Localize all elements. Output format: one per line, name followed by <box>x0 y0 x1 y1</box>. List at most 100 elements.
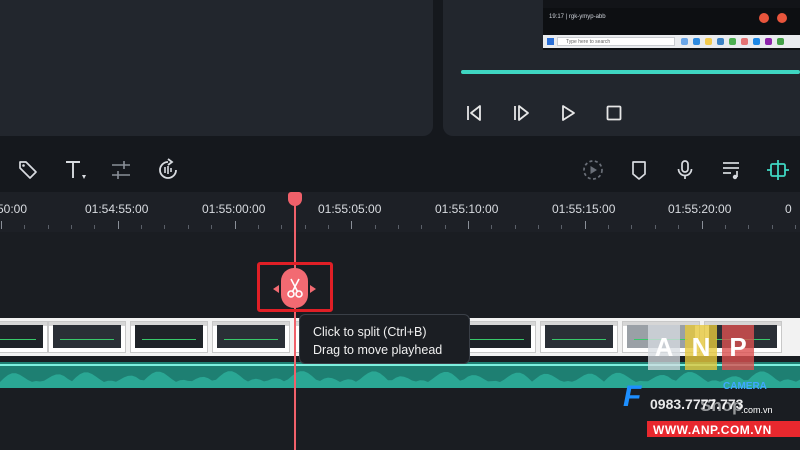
watermark-letter: N <box>685 325 717 370</box>
music-list-icon <box>723 162 739 180</box>
preview-screen: 19:17 | rgk-ymyp-abb Type here to search <box>543 0 800 50</box>
ruler-tick <box>421 225 423 229</box>
taskbar-app3-icon <box>753 38 760 45</box>
ruler-tick <box>701 221 703 229</box>
ruler-tick <box>771 225 773 229</box>
adjust-icon <box>112 161 130 179</box>
stop-icon <box>606 105 622 121</box>
ruler-tick <box>164 225 166 229</box>
ruler-tick <box>397 225 399 229</box>
ruler-tick <box>678 225 680 229</box>
playhead-handle[interactable] <box>288 192 302 206</box>
taskbar-folder-icon <box>705 38 712 45</box>
ruler-tick <box>794 225 796 229</box>
thumbnail-graph <box>141 338 197 340</box>
ruler-label: 50:00 <box>0 202 28 216</box>
ruler-tick <box>24 225 26 229</box>
video-thumbnail <box>0 321 48 353</box>
next-frame-button[interactable] <box>508 100 534 126</box>
microphone-icon <box>677 160 693 179</box>
video-thumbnail <box>212 321 290 353</box>
ruler-tick <box>304 225 306 229</box>
marker-button[interactable] <box>627 158 651 182</box>
playhead-line[interactable] <box>294 192 296 450</box>
ruler-label: 01:55:20:00 <box>668 202 732 216</box>
audio-list-button[interactable] <box>720 158 744 182</box>
thumbnail-graph <box>551 338 607 340</box>
watermark-shop-domain: .com.vn <box>741 405 773 415</box>
watermark-shop: Shop <box>700 396 743 415</box>
ruler-tick <box>654 225 656 229</box>
playback-progress-fill <box>461 70 800 74</box>
split-button[interactable] <box>281 268 308 308</box>
voiceover-button[interactable] <box>673 158 697 182</box>
ruler-tick <box>327 225 329 229</box>
media-panel <box>0 0 433 136</box>
thumbnail-frame <box>217 325 285 348</box>
marker-icon <box>632 161 646 180</box>
ruler-tick <box>47 225 49 229</box>
ruler-tick <box>234 221 236 229</box>
ruler-label: 01:55:15:00 <box>552 202 616 216</box>
thumbnail-graph <box>469 338 525 340</box>
render-preview-button[interactable] <box>581 158 605 182</box>
ruler-tick <box>1 221 2 229</box>
tag-button[interactable] <box>16 158 40 182</box>
preview-search-box: Type here to search <box>557 37 675 46</box>
watermark-letter: A <box>648 325 680 370</box>
ruler-label: 01:54:55:00 <box>85 202 149 216</box>
ruler-tick <box>94 225 96 229</box>
prev-frame-icon <box>467 105 481 121</box>
text-button[interactable] <box>63 158 87 182</box>
split-tooltip: Click to split (Ctrl+B) Drag to move pla… <box>299 314 470 364</box>
thumbnail-frame <box>0 325 43 348</box>
split-right-arrow-icon <box>310 285 316 293</box>
video-thumbnail <box>48 321 126 353</box>
audio-sync-button[interactable] <box>156 158 180 182</box>
ruler-tick <box>538 225 540 229</box>
text-icon <box>66 161 86 179</box>
watermark-camera: CAMERA <box>723 381 767 392</box>
tag-icon <box>19 161 37 179</box>
ruler-label: 01:55:00:00 <box>202 202 266 216</box>
scissors-icon <box>286 278 303 298</box>
render-icon <box>583 160 603 180</box>
ruler-tick <box>211 225 213 229</box>
ruler-tick <box>724 225 726 229</box>
ruler-tick <box>374 225 376 229</box>
preview-red-dot <box>759 13 769 23</box>
taskbar-app-icon <box>681 38 688 45</box>
snap-button[interactable] <box>766 158 790 182</box>
thumbnail-frame <box>135 325 203 348</box>
ruler-tick <box>491 225 493 229</box>
adjust-button[interactable] <box>109 158 133 182</box>
ruler-label: 01:55:05:00 <box>318 202 382 216</box>
preview-call-text: 19:17 | rgk-ymyp-abb <box>549 14 606 20</box>
ruler-tick <box>608 225 610 229</box>
play-icon <box>562 105 575 121</box>
taskbar-chrome-icon <box>729 38 736 45</box>
preview-red-dot-2 <box>777 13 787 23</box>
ruler-label: 0 <box>785 202 792 216</box>
snap-icon <box>767 160 789 180</box>
ruler-tick <box>514 225 516 229</box>
ruler-tick <box>187 225 189 229</box>
split-left-arrow-icon <box>273 285 279 293</box>
ruler-tick <box>257 225 259 229</box>
windows-start-icon <box>547 38 554 45</box>
stop-button[interactable] <box>601 100 627 126</box>
tooltip-line-1: Click to split (Ctrl+B) <box>313 325 427 339</box>
tooltip-line-2: Drag to move playhead <box>313 343 443 357</box>
ruler-tick <box>351 221 353 229</box>
playback-progress[interactable] <box>461 70 800 74</box>
play-button[interactable] <box>555 100 581 126</box>
ruler-tick <box>631 225 633 229</box>
audio-sync-icon <box>159 158 177 179</box>
thumbnail-graph <box>223 338 279 340</box>
prev-frame-button[interactable] <box>461 100 487 126</box>
ruler-tick <box>584 221 586 229</box>
ruler-tick <box>71 225 73 229</box>
ruler-tick <box>141 225 143 229</box>
watermark: A N P CAMERA F 0983.7777.773 Shop .com.v… <box>623 325 800 450</box>
ruler-tick <box>468 221 469 229</box>
